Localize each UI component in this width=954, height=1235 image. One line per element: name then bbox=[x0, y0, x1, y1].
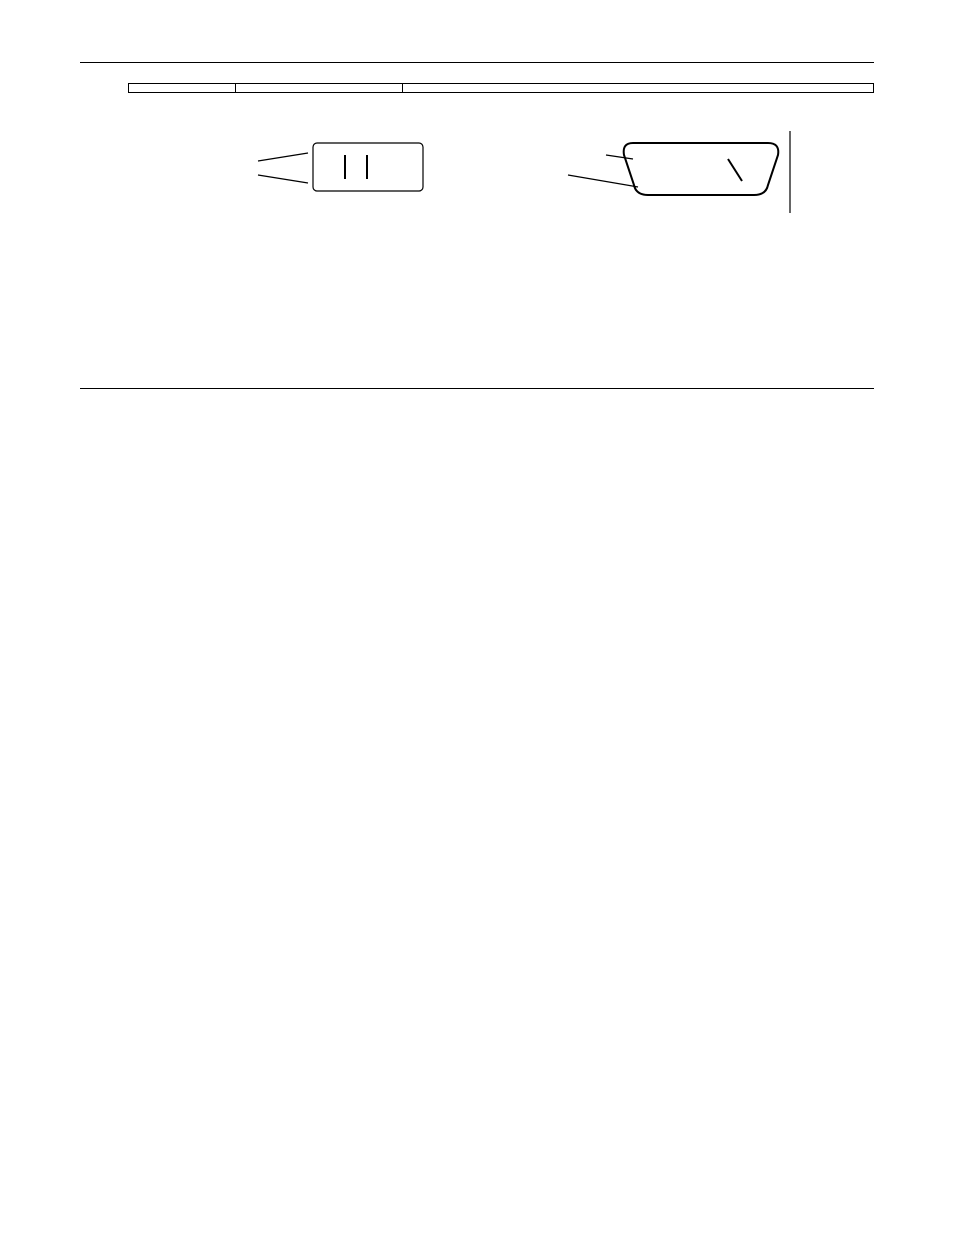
page-header bbox=[80, 58, 874, 63]
th-desc bbox=[403, 84, 874, 93]
page-footer bbox=[80, 388, 874, 395]
gpio-table bbox=[128, 83, 874, 93]
table-header-row bbox=[129, 84, 874, 93]
figure-oops-jumper: .lbl { font: bold 13px Arial, Helvetica,… bbox=[128, 113, 874, 238]
oops-jumper-diagram: .lbl { font: bold 13px Arial, Helvetica,… bbox=[128, 113, 828, 233]
th-signal bbox=[236, 84, 403, 93]
th-pin bbox=[129, 84, 236, 93]
